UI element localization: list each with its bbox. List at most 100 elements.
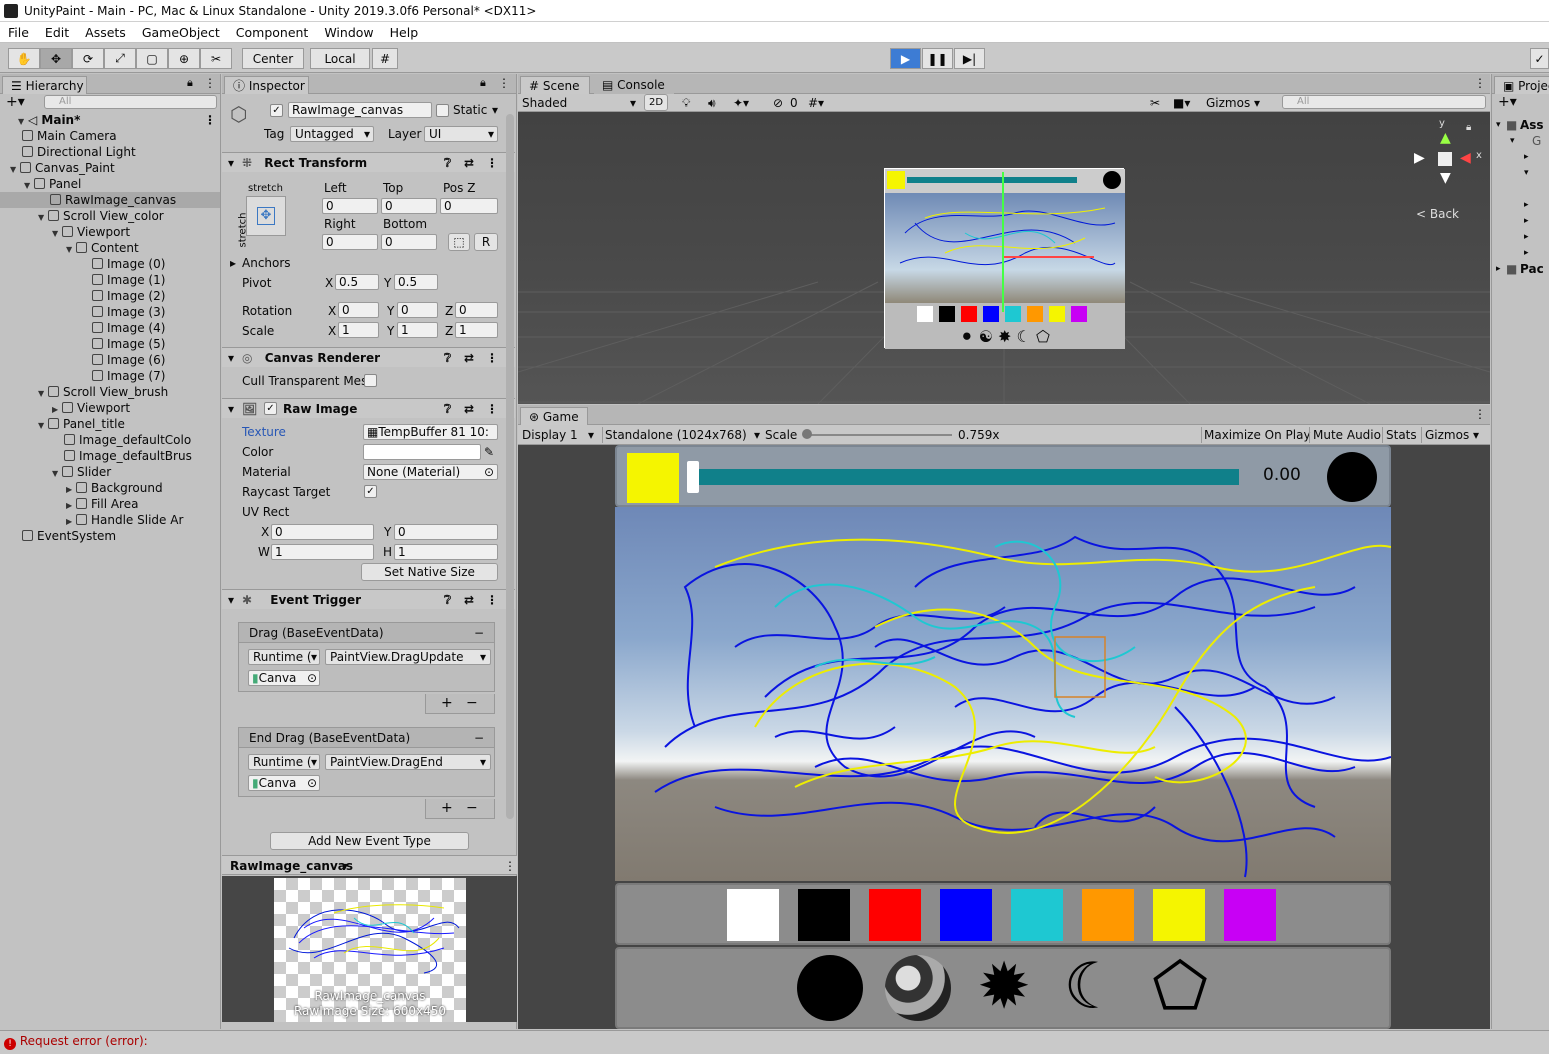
hierarchy-item[interactable]: Image (0) (0, 256, 165, 272)
target-object-field[interactable]: ▮Canva ⊙ (248, 670, 320, 686)
project-create-icon[interactable]: +▾ (1498, 94, 1517, 110)
remove-entry-icon[interactable]: − (474, 728, 484, 748)
scene-back-label[interactable]: < Back (1416, 206, 1459, 222)
hierarchy-item[interactable]: ▼ Scroll View_color (0, 208, 164, 224)
hierarchy-item[interactable]: ▶ Fill Area (0, 496, 138, 512)
uv-w-field[interactable]: 1 (271, 544, 374, 560)
runtime-dropdown[interactable]: Runtime (▾ (248, 754, 320, 770)
brush-size-slider-track[interactable] (689, 469, 1239, 485)
color-swatch-1[interactable] (798, 889, 850, 941)
raw-image-enabled-checkbox[interactable]: ✓ (264, 402, 277, 415)
hierarchy-item[interactable]: Image (2) (0, 288, 165, 304)
menu-edit[interactable]: Edit (37, 25, 77, 40)
assets-expand-icon[interactable]: ▾ (1496, 117, 1501, 133)
stats-toggle[interactable]: Stats (1382, 427, 1417, 443)
scale-x-field[interactable]: 1 (338, 322, 379, 338)
brush-crescent-icon[interactable]: ☾ (1059, 953, 1125, 1023)
hierarchy-item[interactable]: Image_defaultBrus (0, 448, 192, 464)
create-plus-icon[interactable]: +▾ (6, 94, 25, 110)
pivot-local-button[interactable]: Local (310, 48, 370, 69)
transform-tool-icon[interactable]: ⊕ (168, 48, 200, 69)
y-axis-handle[interactable] (1002, 172, 1004, 312)
hierarchy-item[interactable]: ▶ Viewport (0, 400, 130, 416)
help-icon[interactable]: ❔︎ (444, 153, 451, 173)
hierarchy-item[interactable]: ▶ Background (0, 480, 163, 496)
function-dropdown[interactable]: PaintView.DragEnd ▾ (325, 754, 491, 770)
default-color-image[interactable] (627, 453, 679, 503)
rotation-x-field[interactable]: 0 (338, 302, 379, 318)
color-swatch[interactable] (363, 444, 481, 460)
pivot-center-button[interactable]: Center (242, 48, 304, 69)
game-gizmos-dropdown[interactable]: Gizmos ▾ (1421, 427, 1479, 443)
preview-more-icon[interactable]: ⋮ (504, 858, 516, 874)
move-tool-icon[interactable]: ✥ (40, 48, 72, 69)
hierarchy-item[interactable]: ▼ Content (0, 240, 139, 256)
scale-tool-icon[interactable]: ⤢ (104, 48, 136, 69)
bottom-field[interactable]: 0 (381, 234, 437, 250)
hierarchy-item[interactable]: ▼ Slider (0, 464, 111, 480)
texture-field[interactable]: ▦TempBuffer 81 10: (363, 424, 498, 440)
rotation-y-field[interactable]: 0 (397, 302, 438, 318)
tab-console[interactable]: ▤ Console (594, 76, 674, 94)
runtime-dropdown[interactable]: Runtime (▾ (248, 649, 320, 665)
hidden-objects-icon[interactable]: ⊘ (773, 95, 783, 111)
canvas-renderer-header[interactable]: ▾ ◎ Canvas Renderer ❔︎ ⇄ ⋮ (222, 347, 515, 367)
display-dropdown[interactable]: Display 1 ▾ (522, 427, 594, 443)
gizmo-neg-y-icon[interactable]: ▼ (1440, 170, 1451, 186)
hierarchy-item[interactable]: Main Camera (0, 128, 117, 144)
inspector-more-icon[interactable]: ⋮ (498, 76, 510, 90)
color-swatch-5[interactable] (1082, 889, 1134, 941)
preset-icon[interactable]: ⇄ (464, 348, 474, 368)
hand-tool-icon[interactable]: ✋ (8, 48, 40, 69)
rect-tool-icon[interactable]: ▢ (136, 48, 168, 69)
game-more-icon[interactable]: ⋮ (1474, 407, 1486, 421)
hierarchy-item[interactable]: Image (6) (0, 352, 165, 368)
brush-size-slider-handle[interactable] (687, 461, 699, 493)
scale-z-field[interactable]: 1 (455, 322, 498, 338)
resolution-dropdown[interactable]: Standalone (1024x768) ▾ (602, 427, 760, 443)
folder-expand-icon[interactable]: ▸ (1524, 197, 1529, 213)
set-native-size-button[interactable]: Set Native Size (361, 563, 498, 581)
hierarchy-item[interactable]: Image (4) (0, 320, 165, 336)
object-name-field[interactable]: RawImage_canvas (288, 102, 432, 118)
subfolder-expand-icon[interactable]: ▾ (1510, 133, 1515, 149)
color-swatch-4[interactable] (1011, 889, 1063, 941)
object-picker-icon[interactable]: ⊙ (307, 671, 317, 685)
help-icon[interactable]: ❔︎ (444, 348, 451, 368)
anchors-expand-icon[interactable]: ▸ (230, 255, 236, 271)
color-swatch-2[interactable] (869, 889, 921, 941)
pivot-x-field[interactable]: 0.5 (335, 274, 379, 290)
gizmo-x-cone-icon[interactable]: ◀ (1460, 150, 1471, 166)
game-screen[interactable]: 0.00 ✹ ☾ ⬠ (615, 445, 1392, 1029)
color-swatch-0[interactable] (727, 889, 779, 941)
inspector-scrollbar[interactable] (506, 114, 514, 819)
assets-folder-label[interactable]: Ass (1520, 117, 1544, 133)
pivot-y-field[interactable]: 0.5 (394, 274, 438, 290)
tab-hierarchy[interactable]: ☰ Hierarchy (2, 76, 87, 94)
menu-window[interactable]: Window (316, 25, 381, 40)
brush-splat-icon[interactable]: ✹ (971, 953, 1037, 1023)
preview-header[interactable]: RawImage_canvas ▾ ⋮ (222, 855, 517, 875)
snap-icon[interactable]: # (372, 48, 398, 69)
custom-tool-icon[interactable]: ✂ (200, 48, 232, 69)
brush-round-icon[interactable] (797, 955, 863, 1021)
play-button[interactable]: ▶ (890, 48, 921, 69)
packages-folder-label[interactable]: Pac (1520, 261, 1544, 277)
camera-icon[interactable]: ■▾ (1173, 95, 1190, 111)
active-checkbox[interactable]: ✓ (270, 104, 283, 117)
hierarchy-item[interactable]: ▶ Handle Slide Ar (0, 512, 183, 528)
more-icon[interactable]: ⋮ (204, 76, 216, 90)
component-menu-icon[interactable]: ⋮ (486, 590, 498, 610)
hierarchy-item[interactable]: RawImage_canvas (0, 192, 220, 208)
hierarchy-item[interactable]: ▼ Panel (0, 176, 81, 192)
raw-image-header[interactable]: ▾ 🖼︎ ✓ Raw Image ❔︎ ⇄ ⋮ (222, 398, 515, 418)
x-axis-handle[interactable] (1004, 256, 1094, 258)
raycast-checkbox[interactable]: ✓ (364, 485, 377, 498)
mute-audio-toggle[interactable]: Mute Audio (1309, 427, 1381, 443)
rotate-tool-icon[interactable]: ⟳ (72, 48, 104, 69)
rotation-z-field[interactable]: 0 (455, 302, 498, 318)
menu-gameobject[interactable]: GameObject (134, 25, 228, 40)
hierarchy-item[interactable]: ▼ Scroll View_brush (0, 384, 168, 400)
tab-scene[interactable]: # Scene (520, 76, 590, 94)
preset-icon[interactable]: ⇄ (464, 590, 474, 610)
